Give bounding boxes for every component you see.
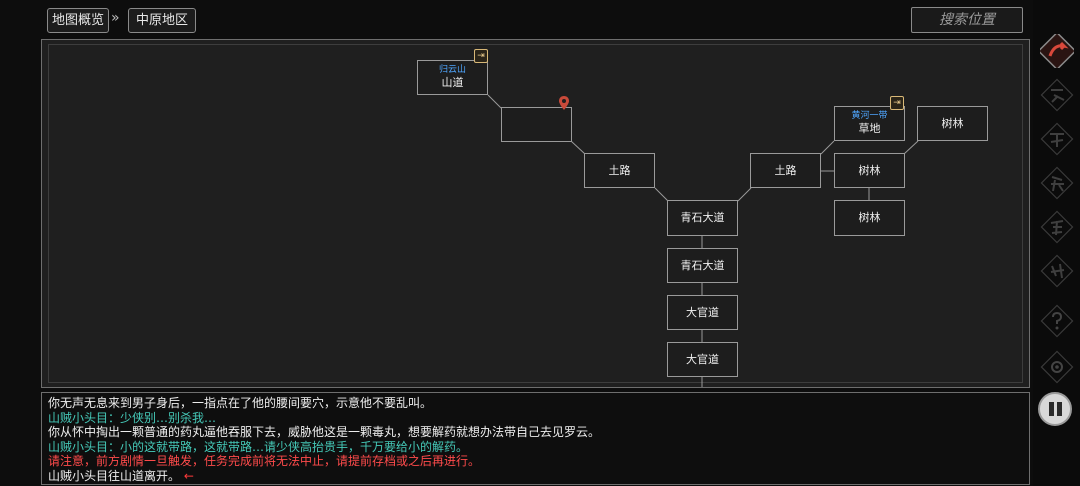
breadcrumb-map-overview[interactable]: 地图概览 [47,8,109,33]
item-icon[interactable] [1040,166,1074,200]
node-name-label: 大官道 [686,352,719,366]
breadcrumb-separator-icon: » [111,10,120,26]
node-region-label: 归云山 [438,65,466,75]
map-node-caodi[interactable]: 黄河一带 草地 [834,106,905,141]
location-pin-icon [559,96,569,110]
node-region-label: 黄河一带 [851,111,888,121]
node-name-label: 树林 [941,116,964,130]
map-node-tulu-left[interactable]: 土路 [584,153,655,188]
log-line: 山贼小头目：少侠别…别杀我… [48,410,217,425]
log-line-text: 山贼小头目往山道离开。 [48,468,181,483]
map-panel[interactable]: 归云山 山道 ⇥ 土路 青石大道 青石大道 大官道 大官道 土路 黄河一带 草地… [41,39,1030,388]
node-name-label: 大官道 [686,305,719,319]
map-node-daguandao-1[interactable]: 大官道 [667,295,738,330]
left-arrow-icon: ← [183,468,194,483]
map-node-shulin-1[interactable]: 树林 [834,153,905,188]
link-n10-n12 [903,140,919,155]
map-node-shulin-3[interactable]: 树林 [917,106,988,141]
team-icon[interactable] [1040,254,1074,288]
exit-icon[interactable]: ⇥ [890,96,904,110]
equip-icon[interactable] [1040,210,1074,244]
link-n4-n8 [737,187,752,202]
help-icon[interactable] [1040,304,1074,338]
node-name-label: 树林 [858,211,881,224]
map-node-shandao[interactable]: 归云山 山道 [417,60,488,95]
link-n8-n9 [820,140,835,155]
settings-icon[interactable] [1040,350,1074,384]
node-name-label: 土路 [774,163,797,177]
pause-button[interactable] [1038,392,1072,426]
node-name-label: 山道 [441,76,464,89]
log-line: 请注意，前方剧情一旦触发，任务完成前将无法中止，请提前存档或之后再进行。 [48,454,481,468]
map-node-qingshi-1[interactable]: 青石大道 [667,200,738,236]
message-log[interactable]: 你无声无息来到男子身后，一指点在了他的腰间要穴，示意他不要乱叫。 山贼小头目：少… [41,392,1030,485]
search-location-input[interactable]: 搜索位置 [911,7,1023,33]
node-name-label: 树林 [858,163,881,177]
node-name-label: 青石大道 [680,211,725,224]
exit-icon[interactable]: ⇥ [474,49,488,63]
action-icon[interactable] [1040,78,1074,112]
log-line: 山贼小头目往山道离开。 ← [48,469,1029,484]
map-node-tulu-right[interactable]: 土路 [750,153,821,188]
node-name-label: 草地 [858,122,881,135]
link-n1-n2 [487,94,502,109]
skill-icon[interactable] [1040,122,1074,156]
map-node-qingshi-2[interactable]: 青石大道 [667,248,738,283]
breadcrumb-current-region[interactable]: 中原地区 [128,8,196,33]
log-line: 山贼小头目：小的这就带路，这就带路…请少侠高抬贵手，千万要给小的解药。 [48,439,469,454]
map-node-daguandao-2[interactable]: 大官道 [667,342,738,377]
map-node-current[interactable] [501,107,572,142]
link-n2-n3 [570,140,586,155]
map-node-shulin-2[interactable]: 树林 [834,200,905,236]
log-line: 你从怀中掏出一颗普通的药丸逼他吞服下去，威胁他这是一颗毒丸，想要解药就想办法带自… [48,425,601,439]
node-name-label: 土路 [608,163,631,177]
node-name-label: 青石大道 [680,258,725,272]
map-icon[interactable] [1040,34,1074,68]
log-line: 你无声无息来到男子身后，一指点在了他的腰间要穴，示意他不要乱叫。 [48,396,433,410]
